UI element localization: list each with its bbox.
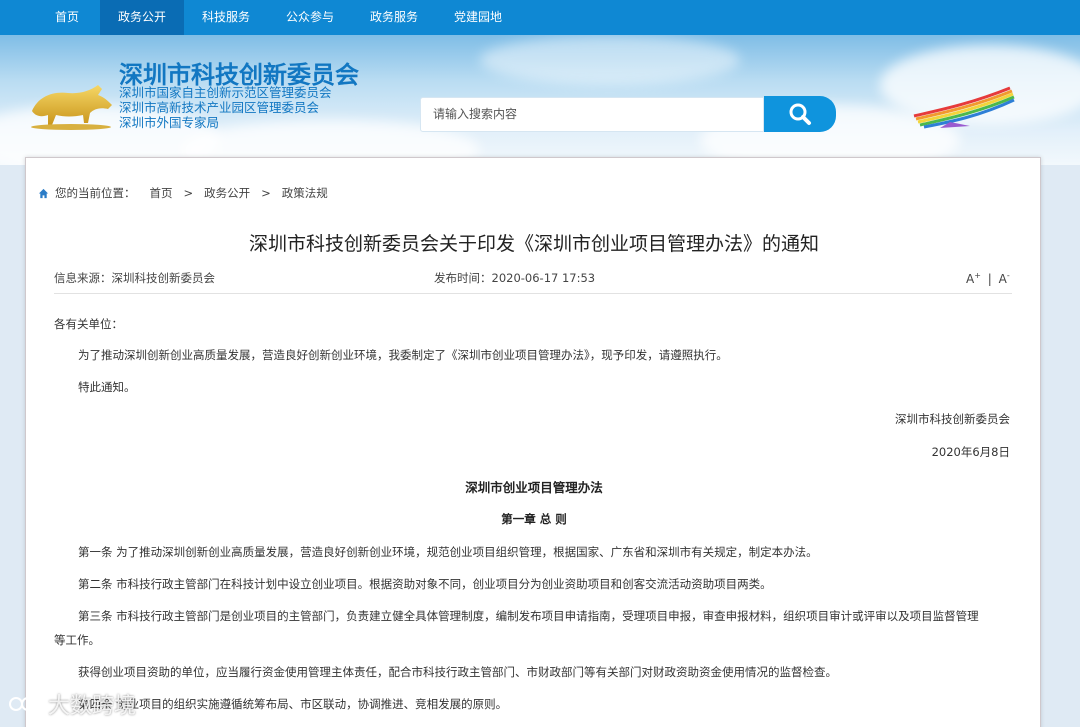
- signature-org: 深圳市科技创新委员会: [895, 412, 1010, 426]
- chapter-heading: 第一章 总 则: [501, 512, 567, 526]
- search-input[interactable]: 请输入搜索内容: [420, 97, 764, 132]
- article-3-para2: 获得创业项目资助的单位，应当履行资金使用管理主体责任，配合市科技行政主管部门、市…: [78, 665, 837, 679]
- watermark-text: 大数跨境: [48, 694, 137, 719]
- article-4: 第四条 创业项目的组织实施遵循统筹布局、市区联动，协调推进、竞相发展的原则。: [78, 697, 508, 711]
- font-decrease-button[interactable]: A-: [999, 271, 1010, 286]
- breadcrumb-separator: >: [183, 186, 194, 200]
- nav-party-building[interactable]: 党建园地: [436, 0, 520, 35]
- meta-divider: [54, 293, 1012, 294]
- salutation: 各有关单位：: [54, 317, 123, 331]
- article-card: 您的当前位置： 首页 > 政务公开 > 政策法规 深圳市科技创新委员会关于印发《…: [25, 157, 1041, 727]
- watermark-logo-icon: [9, 697, 42, 711]
- article-source: 信息来源：深圳科技创新委员会: [54, 271, 215, 285]
- rainbow-logo-icon: [913, 86, 1015, 129]
- notice-closing: 特此通知。: [78, 380, 136, 394]
- document-title: 深圳市创业项目管理办法: [465, 480, 603, 495]
- search-icon: [789, 103, 811, 125]
- article-1: 第一条 为了推动深圳创新创业高质量发展，营造良好创新创业环境，规范创业项目组织管…: [78, 545, 818, 559]
- bull-logo-icon: [31, 85, 112, 130]
- article-3-cont: 等工作。: [54, 633, 100, 647]
- article-date: 发布时间：2020-06-17 17:53: [434, 271, 596, 285]
- nav-home[interactable]: 首页: [34, 0, 100, 35]
- article-title: 深圳市科技创新委员会关于印发《深圳市创业项目管理办法》的通知: [248, 233, 819, 255]
- font-size-controls: A+ | A-: [966, 271, 1010, 286]
- search-button[interactable]: [764, 96, 836, 132]
- watermark: 大数跨境: [8, 688, 136, 720]
- article-3: 第三条 市科技行政主管部门是创业项目的主管部门，负责建立健全具体管理制度，编制发…: [78, 609, 979, 623]
- org-subtitle-1: 深圳市国家自主创新示范区管理委员会: [119, 85, 332, 100]
- breadcrumb-label: 您的当前位置：: [55, 186, 136, 200]
- signature-date: 2020年6月8日: [931, 445, 1010, 459]
- notice-paragraph: 为了推动深圳创新创业高质量发展，营造良好创新创业环境，我委制定了《深圳市创业项目…: [78, 348, 728, 362]
- font-increase-button[interactable]: A+: [966, 271, 981, 286]
- org-subtitle-2: 深圳市高新技术产业园区管理委员会: [119, 100, 320, 115]
- header-banner: 深圳市科技创新委员会 深圳市国家自主创新示范区管理委员会 深圳市高新技术产业园区…: [0, 35, 1080, 165]
- font-size-separator: |: [987, 272, 992, 286]
- breadcrumb-policies[interactable]: 政策法规: [282, 185, 328, 201]
- nav-gov-service[interactable]: 政务服务: [352, 0, 436, 35]
- nav-gov-affairs[interactable]: 政务公开: [100, 0, 184, 35]
- top-nav: 首页 政务公开 科技服务 公众参与 政务服务 党建园地: [0, 0, 1080, 35]
- breadcrumb-separator: >: [261, 186, 271, 200]
- nav-tech-service[interactable]: 科技服务: [184, 0, 268, 35]
- article-2: 第二条 市科技行政主管部门在科技计划中设立创业项目。根据资助对象不同，创业项目分…: [78, 577, 772, 591]
- nav-public-participation[interactable]: 公众参与: [268, 0, 352, 35]
- breadcrumb-home[interactable]: 首页: [150, 185, 173, 201]
- breadcrumb: 您的当前位置： 首页 > 政务公开 > 政策法规: [38, 185, 328, 201]
- breadcrumb-gov-affairs[interactable]: 政务公开: [204, 185, 250, 201]
- home-icon: [38, 188, 49, 198]
- org-subtitle-3: 深圳市外国专家局: [119, 115, 220, 130]
